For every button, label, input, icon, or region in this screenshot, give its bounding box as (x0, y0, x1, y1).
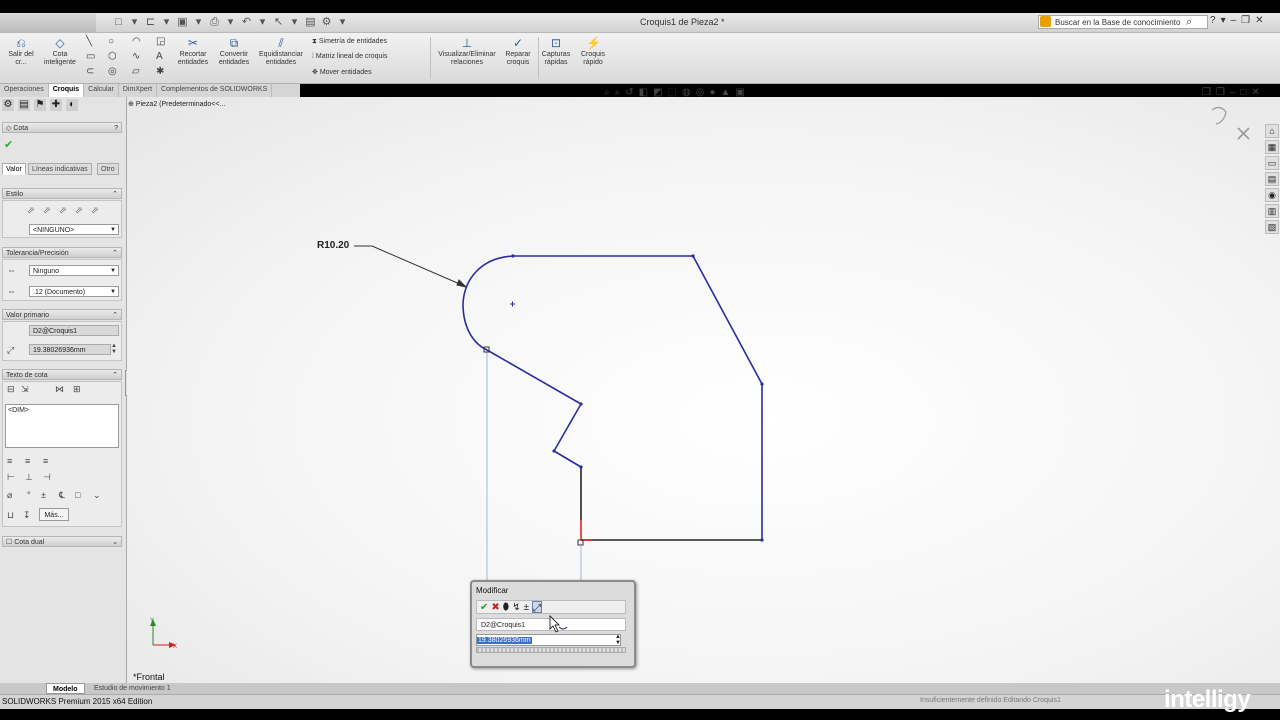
sketch-line (553, 403, 582, 452)
sketch-arc (462, 255, 514, 351)
sketch-point (579, 465, 583, 469)
sketch-line (553, 450, 582, 468)
cancel-icon[interactable]: ✖ (491, 601, 499, 613)
reverse-icon[interactable]: ↯ (512, 601, 520, 613)
modify-value-spinner[interactable]: ▲ ▼ (613, 634, 623, 646)
rebuild-icon[interactable]: ⬮ (503, 601, 509, 613)
svg-text:X: X (173, 644, 177, 650)
status-sketch-state: Insuficientemente definido Editando Croq… (920, 697, 1061, 704)
accept-icon[interactable]: ✔ (480, 601, 488, 613)
radius-leader[interactable] (354, 245, 468, 288)
mouse-cursor (549, 615, 568, 633)
status-product: SOLIDWORKS Premium 2015 x64 Edition (2, 697, 153, 706)
modify-toolbar: ✔ ✖ ⬮ ↯ ± ⤢ (476, 600, 626, 614)
svg-text:Y: Y (150, 618, 154, 624)
sketch-point (691, 254, 695, 258)
coordinate-triad: Y X (150, 618, 177, 650)
sketch-point (552, 449, 556, 453)
sketch-line (692, 255, 763, 385)
sketch-profile[interactable] (462, 255, 763, 541)
arc-center-point[interactable] (510, 301, 515, 307)
tab-motion-study[interactable]: Estudio de movimiento 1 (88, 683, 177, 694)
sketch-point (579, 402, 583, 406)
increment-icon[interactable]: ± (523, 601, 529, 613)
modify-thumbwheel[interactable] (476, 647, 626, 653)
view-orientation-label: *Frontal (133, 672, 165, 682)
sketch-point (760, 538, 764, 542)
modify-dialog-title: Modificar (476, 586, 509, 595)
mark-dimension-icon[interactable]: ⤢ (531, 601, 542, 614)
sketch-point (760, 382, 764, 386)
status-bar: SOLIDWORKS Premium 2015 x64 Edition Insu… (0, 694, 1280, 709)
sketch-line (486, 349, 582, 405)
model-tabs-bar: Modelo Estudio de movimiento 1 (0, 683, 1280, 694)
radius-dimension-label[interactable]: R10.20 (317, 240, 349, 251)
sketch-points[interactable] (511, 254, 764, 542)
sketch-point (511, 254, 515, 258)
watermark-logo: intelligy (1164, 686, 1251, 713)
sketch-canvas: Y X (150, 106, 1250, 650)
confirmation-corner[interactable] (1211, 106, 1250, 140)
tab-modelo[interactable]: Modelo (46, 683, 85, 694)
